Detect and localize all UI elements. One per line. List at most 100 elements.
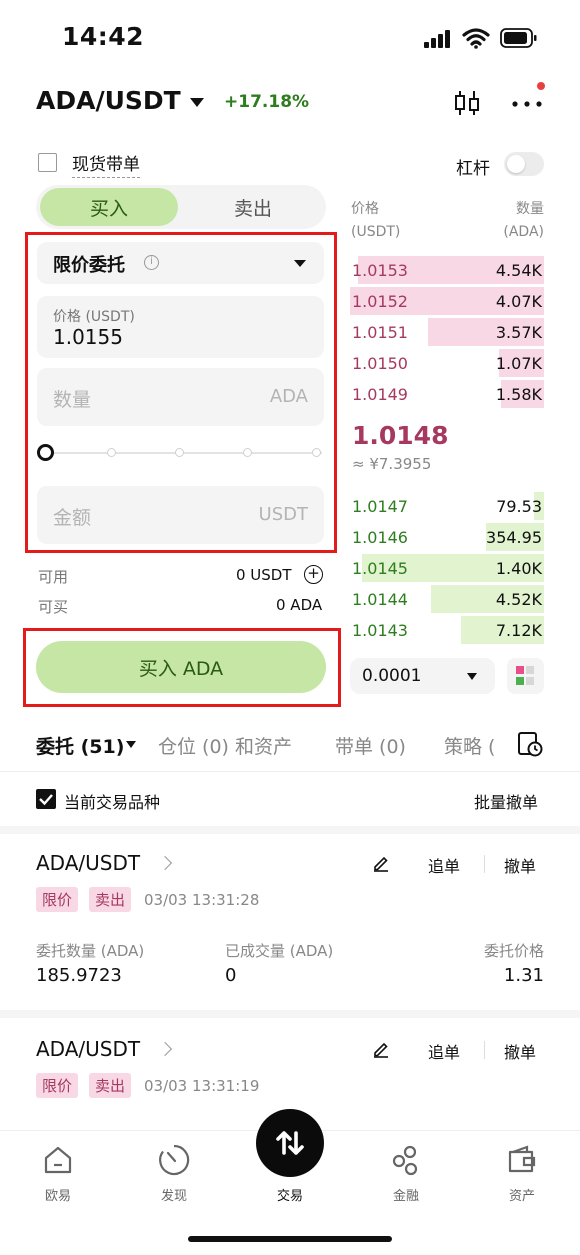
notification-dot — [537, 82, 545, 90]
orderbook-price: 1.0152 — [352, 292, 408, 311]
nav-discover[interactable]: 发现 — [144, 1185, 204, 1204]
current-pair-checkbox[interactable] — [36, 789, 56, 809]
trade-fab-button[interactable] — [256, 1109, 324, 1177]
ask-row[interactable]: 1.0150 1.07K — [350, 349, 544, 377]
bid-row[interactable]: 1.0146 354.95 — [350, 523, 544, 551]
open-orders-dropdown-icon[interactable] — [126, 741, 136, 748]
action-divider — [484, 1041, 485, 1059]
order-timestamp: 03/03 13:31:28 — [144, 891, 260, 909]
spot-with-order-label[interactable]: 现货带单 — [72, 150, 140, 178]
deposit-plus-icon[interactable]: + — [304, 565, 323, 584]
cancel-order-button[interactable]: 撤单 — [504, 1039, 536, 1063]
finance-icon[interactable] — [389, 1143, 423, 1177]
dropdown-arrow-icon — [467, 673, 477, 680]
discover-icon[interactable] — [157, 1143, 191, 1177]
orderbook-qty: 1.07K — [495, 354, 542, 373]
chevron-right-icon[interactable] — [157, 855, 173, 871]
orderbook-qty: 79.53 — [496, 497, 542, 516]
candlestick-chart-icon[interactable] — [452, 88, 482, 118]
order-qty-label: 委托数量 (ADA) — [36, 942, 145, 960]
available-value: 0 USDT — [236, 566, 292, 584]
orderbook-price: 1.0145 — [352, 559, 408, 578]
orderbook-qty-header: 数量 (ADA) — [503, 201, 544, 240]
leverage-toggle[interactable] — [504, 152, 544, 176]
nav-assets[interactable]: 资产 — [492, 1185, 552, 1204]
ask-row[interactable]: 1.0149 1.58K — [350, 380, 544, 408]
ask-row[interactable]: 1.0152 4.07K — [350, 287, 544, 315]
pair-dropdown-icon[interactable] — [190, 98, 204, 107]
amend-order-button[interactable]: 追单 — [428, 1039, 460, 1063]
wifi-icon — [462, 28, 490, 49]
nav-home[interactable]: 欧易 — [28, 1185, 88, 1204]
order-history-icon[interactable] — [516, 730, 544, 758]
status-time: 14:42 — [62, 22, 145, 51]
filled-qty-value: 0 — [225, 965, 237, 986]
precision-select[interactable]: 0.0001 — [350, 658, 495, 694]
ask-row[interactable]: 1.0151 3.57K — [350, 318, 544, 346]
order-price-value: 1.31 — [503, 965, 544, 986]
orderbook-qty: 4.07K — [495, 292, 542, 311]
can-buy-label: 可买 — [38, 598, 69, 616]
current-pair-label[interactable]: 当前交易品种 — [64, 789, 160, 813]
more-options-icon[interactable] — [510, 92, 544, 114]
tab-sell[interactable]: 卖出 — [184, 188, 322, 226]
orderbook-qty: 3.57K — [495, 323, 542, 342]
tab-strategy[interactable]: 策略 ( — [444, 732, 500, 759]
amend-order-button[interactable]: 追单 — [428, 853, 460, 877]
order-qty-value: 185.9723 — [36, 965, 122, 986]
bid-row[interactable]: 1.0145 1.40K — [350, 554, 544, 582]
orderbook-price: 1.0147 — [352, 497, 408, 516]
ask-row[interactable]: 1.0153 4.54K — [350, 256, 544, 284]
orderbook-qty: 1.40K — [495, 559, 542, 578]
nav-finance[interactable]: 金融 — [376, 1185, 436, 1204]
orderbook-price: 1.0153 — [352, 261, 408, 280]
tab-positions[interactable]: 仓位 (0) 和资产 — [158, 732, 292, 759]
nav-trade[interactable]: 交易 — [260, 1185, 320, 1204]
orderbook-price-header: 价格 (USDT) — [351, 201, 401, 240]
home-indicator — [188, 1236, 392, 1242]
home-icon[interactable] — [41, 1143, 75, 1177]
spot-with-order-checkbox[interactable] — [38, 153, 57, 172]
orderbook-price: 1.0150 — [352, 354, 408, 373]
orderbook-price: 1.0146 — [352, 528, 408, 547]
tab-open-orders[interactable]: 委托 (51) — [36, 732, 124, 759]
section-separator — [0, 826, 580, 834]
wallet-icon[interactable] — [505, 1143, 539, 1177]
battery-icon — [500, 28, 537, 48]
bid-row[interactable]: 1.0144 4.52K — [350, 585, 544, 613]
price-change-percent: +17.18% — [224, 92, 310, 112]
edit-icon[interactable] — [372, 854, 390, 872]
order-type-tag: 限价 — [36, 887, 79, 912]
available-label: 可用 — [38, 568, 69, 586]
last-price: 1.0148 — [352, 421, 449, 450]
cancel-all-button[interactable]: 批量撤单 — [474, 789, 538, 813]
precision-value: 0.0001 — [362, 666, 422, 686]
tab-buy[interactable]: 买入 — [40, 188, 178, 226]
can-buy-value: 0 ADA — [276, 596, 323, 614]
order-price-label: 委托价格 — [483, 942, 544, 960]
order-side-tag: 卖出 — [89, 1073, 132, 1098]
swap-arrows-icon — [276, 1131, 304, 1155]
form-highlight-box — [25, 232, 337, 553]
bid-row[interactable]: 1.0143 7.12K — [350, 616, 544, 644]
order-pair[interactable]: ADA/USDT — [36, 1037, 140, 1061]
orderbook-qty: 4.54K — [495, 261, 542, 280]
orderbook-qty: 7.12K — [495, 621, 542, 640]
orderbook-price: 1.0144 — [352, 590, 408, 609]
orderbook-price: 1.0143 — [352, 621, 408, 640]
order-pair[interactable]: ADA/USDT — [36, 851, 140, 875]
chevron-right-icon[interactable] — [157, 1041, 173, 1057]
bid-row[interactable]: 1.0147 79.53 — [350, 492, 544, 520]
cancel-order-button[interactable]: 撤单 — [504, 853, 536, 877]
orderbook-price: 1.0151 — [352, 323, 408, 342]
orderbook-price: 1.0149 — [352, 385, 408, 404]
trading-pair-title[interactable]: ADA/USDT — [36, 86, 181, 115]
tab-copy-orders[interactable]: 带单 (0) — [335, 732, 406, 759]
edit-icon[interactable] — [372, 1040, 390, 1058]
orderbook-qty: 1.58K — [495, 385, 542, 404]
button-highlight-box — [23, 628, 341, 707]
orderbook-layout-icon[interactable] — [507, 658, 544, 694]
orderbook-qty: 354.95 — [486, 528, 542, 547]
leverage-label: 杠杆 — [456, 159, 490, 179]
last-price-cny: ≈ ¥7.3955 — [352, 455, 432, 473]
